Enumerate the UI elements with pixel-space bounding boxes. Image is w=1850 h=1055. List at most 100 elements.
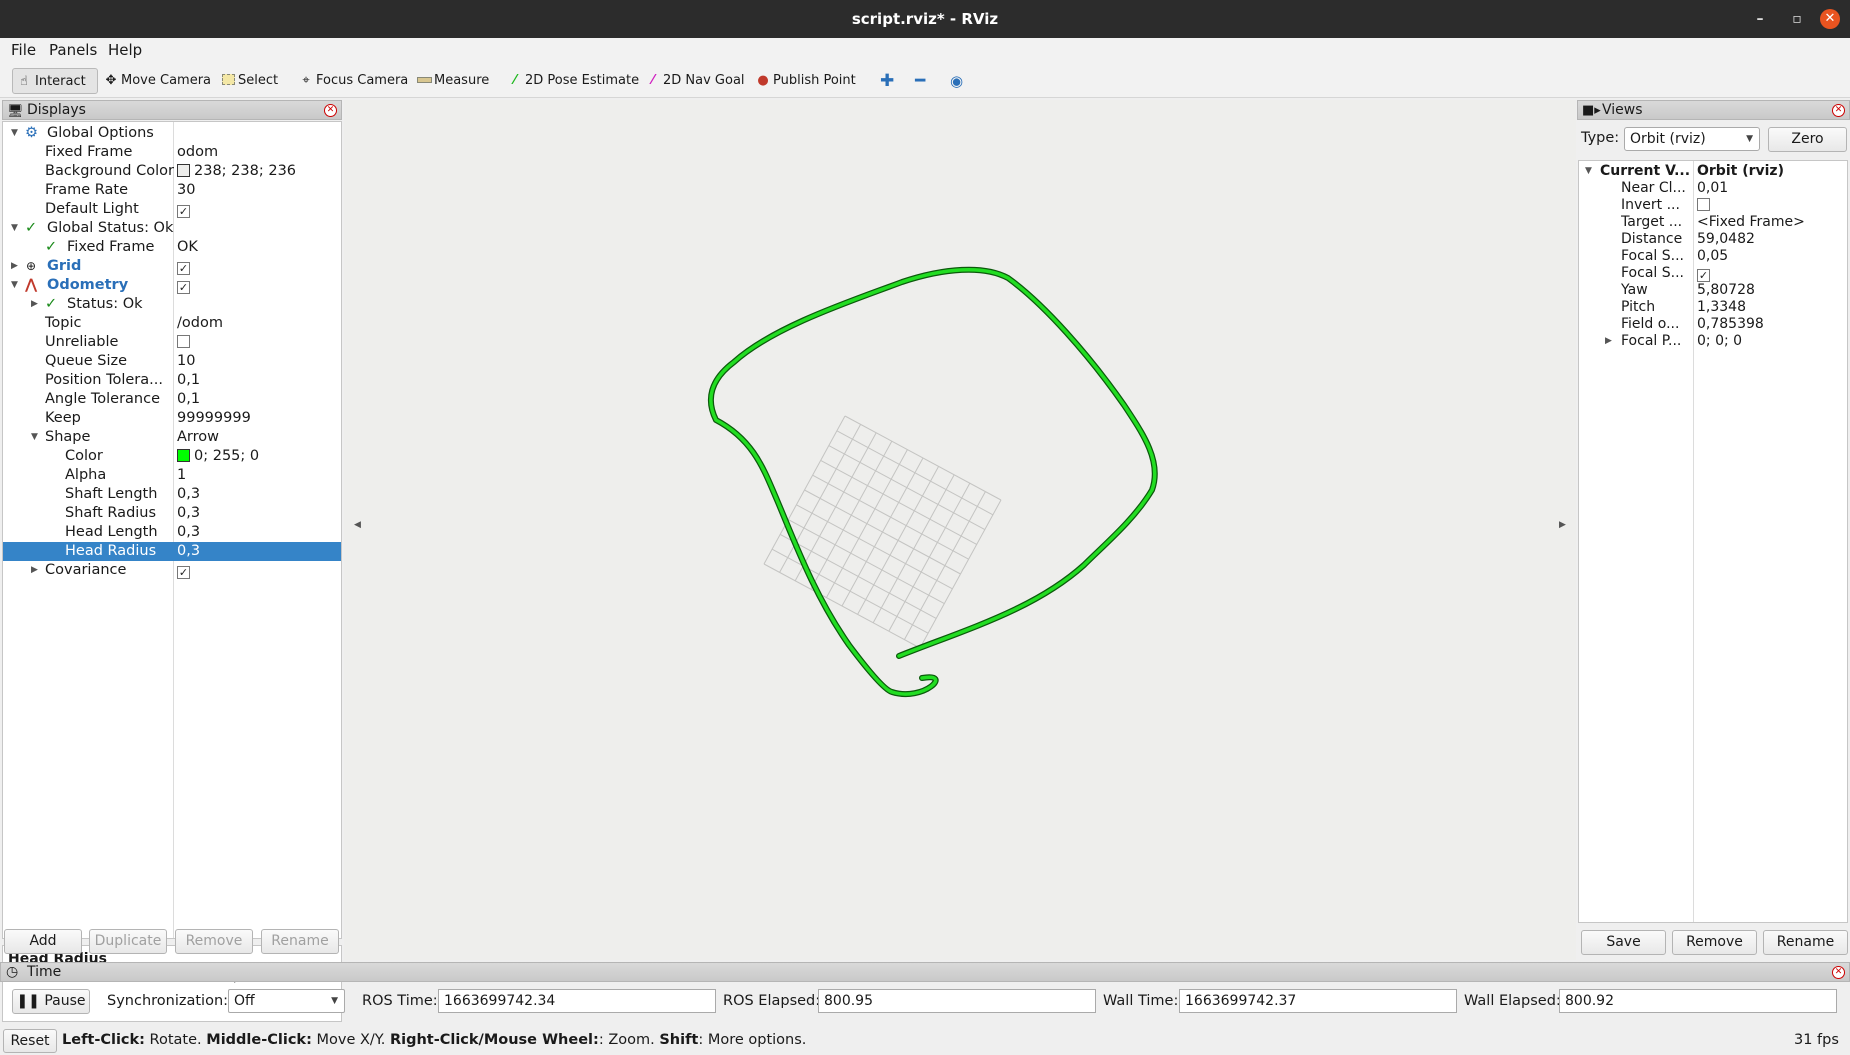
pause-button[interactable]: ❚❚ Pause — [12, 989, 90, 1014]
zero-button[interactable]: Zero — [1768, 127, 1847, 152]
view-row-focal-size[interactable]: Focal S... 0,05 — [1579, 248, 1847, 265]
tree-row-head-radius[interactable]: Head Radius 0,3 — [3, 542, 341, 561]
wall-elapsed-field[interactable]: 800.92 — [1559, 989, 1837, 1013]
tree-row-shaft-radius[interactable]: Shaft Radius 0,3 — [3, 504, 341, 523]
unreliable-checkbox[interactable] — [177, 335, 190, 348]
distance-value[interactable]: 59,0482 — [1697, 231, 1755, 248]
tree-row-status[interactable]: ▶ ✓ Status: Ok — [3, 295, 341, 314]
ros-elapsed-field[interactable]: 800.95 — [818, 989, 1096, 1013]
near-clip-value[interactable]: 0,01 — [1697, 180, 1728, 197]
close-time-icon[interactable]: ✕ — [1832, 966, 1845, 979]
close-window-button[interactable]: ✕ — [1820, 9, 1840, 29]
select-tool-button[interactable]: Select — [218, 68, 278, 94]
tree-row-gs-fixed-frame[interactable]: ✓ Fixed Frame OK — [3, 238, 341, 257]
remove-tool-minus-icon[interactable]: ━ — [915, 68, 939, 94]
tree-row-head-length[interactable]: Head Length 0,3 — [3, 523, 341, 542]
view-row-pitch[interactable]: Pitch 1,3348 — [1579, 299, 1847, 316]
focal-shape-checkbox[interactable]: ✓ — [1697, 269, 1710, 282]
focal-point-value[interactable]: 0; 0; 0 — [1697, 333, 1742, 350]
view-row-focal-shape[interactable]: Focal S... ✓ — [1579, 265, 1847, 282]
tree-row-grid[interactable]: ▶ ⊕ Grid ✓ — [3, 257, 341, 276]
fov-value[interactable]: 0,785398 — [1697, 316, 1764, 333]
focus-camera-tool-button[interactable]: ⌖ Focus Camera — [296, 68, 408, 94]
target-value[interactable]: <Fixed Frame> — [1697, 214, 1805, 231]
view-row-yaw[interactable]: Yaw 5,80728 — [1579, 282, 1847, 299]
default-light-checkbox[interactable]: ✓ — [177, 205, 190, 218]
color-value[interactable]: 0; 255; 0 — [177, 447, 259, 466]
shape-value[interactable]: Arrow — [177, 428, 219, 447]
close-views-icon[interactable]: ✕ — [1832, 104, 1845, 117]
pitch-value[interactable]: 1,3348 — [1697, 299, 1746, 316]
expand-arrow-icon[interactable]: ▼ — [11, 124, 21, 143]
ros-time-field[interactable]: 1663699742.34 — [438, 989, 716, 1013]
view-row-distance[interactable]: Distance 59,0482 — [1579, 231, 1847, 248]
tree-row-position-tolerance[interactable]: Position Tolera... 0,1 — [3, 371, 341, 390]
topic-value[interactable]: /odom — [177, 314, 223, 333]
tree-row-keep[interactable]: Keep 99999999 — [3, 409, 341, 428]
tree-row-background-color[interactable]: Background Color 238; 238; 236 — [3, 162, 341, 181]
invert-checkbox[interactable] — [1697, 198, 1710, 211]
focal-size-value[interactable]: 0,05 — [1697, 248, 1728, 265]
nav-goal-tool-button[interactable]: ⁄ 2D Nav Goal — [643, 68, 745, 94]
sync-select[interactable]: Off ▼ — [228, 989, 345, 1013]
add-display-button[interactable]: Add — [4, 929, 82, 954]
tree-row-frame-rate[interactable]: Frame Rate 30 — [3, 181, 341, 200]
view-row-fov[interactable]: Field o... 0,785398 — [1579, 316, 1847, 333]
view-type-select[interactable]: Orbit (rviz) ▼ — [1624, 127, 1760, 151]
position-tolerance-value[interactable]: 0,1 — [177, 371, 200, 390]
view-row-near-clip[interactable]: Near Cl... 0,01 — [1579, 180, 1847, 197]
view-row-focal-point[interactable]: ▶ Focal P... 0; 0; 0 — [1579, 333, 1847, 350]
duplicate-display-button[interactable]: Duplicate — [89, 929, 167, 954]
measure-tool-button[interactable]: Measure — [414, 68, 489, 94]
interact-tool-button[interactable]: ☝ Interact — [12, 68, 98, 94]
expand-arrow-icon[interactable]: ▼ — [31, 428, 41, 447]
shaft-length-value[interactable]: 0,3 — [177, 485, 200, 504]
expand-arrow-icon[interactable]: ▼ — [11, 219, 21, 238]
tree-row-global-status[interactable]: ▼ ✓ Global Status: Ok — [3, 219, 341, 238]
view-row-current[interactable]: ▼ Current V... Orbit (rviz) — [1579, 163, 1847, 180]
rename-view-button[interactable]: Rename — [1763, 930, 1848, 955]
alpha-value[interactable]: 1 — [177, 466, 186, 485]
pose-estimate-tool-button[interactable]: ⁄ 2D Pose Estimate — [505, 68, 639, 94]
wall-time-field[interactable]: 1663699742.37 — [1179, 989, 1457, 1013]
fixed-frame-value[interactable]: odom — [177, 143, 218, 162]
save-view-button[interactable]: Save — [1581, 930, 1666, 955]
remove-view-button[interactable]: Remove — [1672, 930, 1757, 955]
shaft-radius-value[interactable]: 0,3 — [177, 504, 200, 523]
tree-row-angle-tolerance[interactable]: Angle Tolerance 0,1 — [3, 390, 341, 409]
minimize-button[interactable]: – — [1745, 0, 1775, 38]
tree-row-fixed-frame[interactable]: Fixed Frame odom — [3, 143, 341, 162]
collapse-arrow-icon[interactable]: ▶ — [31, 561, 41, 580]
remove-display-button[interactable]: Remove — [175, 929, 253, 954]
grid-enabled-checkbox[interactable]: ✓ — [177, 262, 190, 275]
rename-display-button[interactable]: Rename — [261, 929, 339, 954]
keep-value[interactable]: 99999999 — [177, 409, 251, 428]
tree-row-queue-size[interactable]: Queue Size 10 — [3, 352, 341, 371]
yaw-value[interactable]: 5,80728 — [1697, 282, 1755, 299]
tree-row-topic[interactable]: Topic /odom — [3, 314, 341, 333]
restore-button[interactable]: ▫ — [1782, 0, 1812, 38]
odometry-enabled-checkbox[interactable]: ✓ — [177, 281, 190, 294]
publish-point-tool-button[interactable]: ● Publish Point — [753, 68, 855, 94]
menu-panels[interactable]: Panels — [49, 41, 97, 59]
tree-row-global-options[interactable]: ▼ ⚙ Global Options — [3, 124, 341, 143]
tree-row-shaft-length[interactable]: Shaft Length 0,3 — [3, 485, 341, 504]
head-radius-value[interactable]: 0,3 — [177, 542, 200, 561]
3d-viewport[interactable]: ◀ ▶ — [344, 100, 1576, 960]
background-color-value[interactable]: 238; 238; 236 — [177, 162, 296, 181]
close-displays-icon[interactable]: ✕ — [324, 104, 337, 117]
expand-arrow-icon[interactable]: ▼ — [1585, 163, 1595, 180]
collapse-arrow-icon[interactable]: ▶ — [31, 295, 41, 314]
add-tool-plus-icon[interactable]: ✚ — [880, 68, 900, 94]
menu-help[interactable]: Help — [108, 41, 142, 59]
tree-row-unreliable[interactable]: Unreliable — [3, 333, 341, 352]
head-length-value[interactable]: 0,3 — [177, 523, 200, 542]
tree-row-covariance[interactable]: ▶ Covariance ✓ — [3, 561, 341, 580]
view-row-target[interactable]: Target ... <Fixed Frame> — [1579, 214, 1847, 231]
expand-arrow-icon[interactable]: ▼ — [11, 276, 21, 295]
queue-size-value[interactable]: 10 — [177, 352, 195, 371]
tree-row-odometry[interactable]: ▼ ⋀ Odometry ✓ — [3, 276, 341, 295]
covariance-checkbox[interactable]: ✓ — [177, 566, 190, 579]
tree-row-alpha[interactable]: Alpha 1 — [3, 466, 341, 485]
frame-rate-value[interactable]: 30 — [177, 181, 195, 200]
